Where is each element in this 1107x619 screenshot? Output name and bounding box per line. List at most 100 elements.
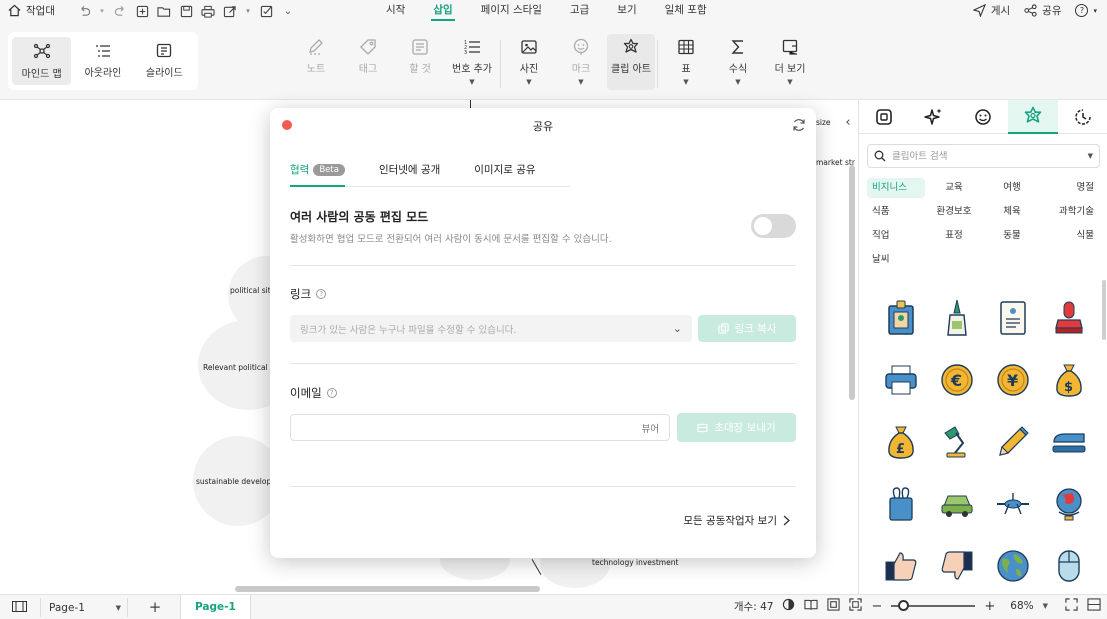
copy-link-button[interactable]: 링크 복사 (698, 315, 796, 342)
add-page-icon[interactable]: + (146, 598, 164, 616)
menu-start[interactable]: 시작 (372, 0, 419, 22)
tool-todo[interactable]: 할 것 (394, 34, 446, 90)
help-button[interactable]: ? ▾ (1075, 4, 1097, 17)
page-select[interactable]: Page-1 ▼ (40, 598, 128, 617)
tool-clipart[interactable]: 클립 아트 (607, 34, 655, 90)
category-job[interactable]: 직업 (867, 226, 925, 246)
panel-tab-ai[interactable] (909, 100, 959, 134)
print-icon[interactable] (200, 3, 216, 19)
category-business[interactable]: 비지니스 (867, 178, 925, 198)
search-dropdown-icon[interactable]: ▼ (1088, 152, 1093, 160)
save-icon[interactable] (178, 3, 194, 19)
workspace-button[interactable]: 작업대 (8, 3, 55, 18)
panel-tab-frame[interactable] (859, 100, 909, 134)
stamp-icon[interactable] (1049, 298, 1089, 338)
tab-publish-web[interactable]: 인터넷에 공개 (379, 162, 440, 186)
collapse-panel-icon[interactable]: ‹ (838, 110, 858, 134)
glue-icon[interactable] (937, 298, 977, 338)
menu-page-style[interactable]: 페이지 스타일 (467, 0, 556, 22)
pencil-icon[interactable] (993, 422, 1033, 462)
export-dropdown-icon[interactable]: ▾ (244, 3, 252, 19)
share-button[interactable]: 공유 (1024, 3, 1061, 18)
link-permission-select[interactable]: 링크가 있는 사람은 누구나 파일을 수정할 수 있습니다. ⌄ (290, 315, 692, 342)
thumbs-up-icon[interactable] (881, 546, 921, 586)
fullscreen-icon[interactable] (1065, 598, 1078, 614)
category-education[interactable]: 교육 (925, 178, 983, 198)
globe-icon[interactable] (1049, 484, 1089, 524)
earth-icon[interactable] (993, 546, 1033, 586)
menu-ai[interactable]: 일체 포함 (651, 0, 721, 22)
zoom-out-icon[interactable]: − (871, 599, 882, 614)
email-input[interactable]: 뷰어 (290, 414, 670, 441)
book-view-icon[interactable] (804, 599, 819, 614)
fit-page-icon[interactable] (827, 598, 841, 614)
id-badge-icon[interactable] (881, 298, 921, 338)
desk-lamp-icon[interactable] (937, 422, 977, 462)
node-label[interactable]: size (816, 118, 831, 127)
tool-numbering[interactable]: 123 번호 추가 ▼ (446, 34, 498, 90)
publish-button[interactable]: 게시 (972, 3, 1010, 18)
new-file-icon[interactable] (134, 3, 150, 19)
edit-check-icon[interactable] (258, 3, 274, 19)
tool-formula[interactable]: 수식 ▼ (712, 34, 764, 90)
refresh-icon[interactable] (792, 118, 806, 132)
view-mindmap-button[interactable]: 마인드 맵 (12, 37, 72, 85)
panel-tab-clipart[interactable] (1008, 100, 1059, 134)
tab-page-1[interactable]: Page-1 (180, 595, 251, 619)
printer-icon[interactable] (881, 360, 921, 400)
panel-tab-recent[interactable] (1058, 100, 1107, 134)
category-food[interactable]: 식품 (867, 202, 925, 222)
tool-more[interactable]: 더 보기 ▼ (764, 34, 816, 90)
zoom-slider[interactable] (891, 600, 976, 611)
zoom-in-icon[interactable]: + (984, 599, 995, 614)
send-invite-button[interactable]: 초대장 보내기 (677, 413, 796, 442)
car-icon[interactable] (937, 484, 977, 524)
clipart-search-input[interactable] (891, 150, 1082, 162)
category-sports[interactable]: 체육 (983, 202, 1041, 222)
binder-clip-icon[interactable] (881, 484, 921, 524)
euro-coin-icon[interactable]: € (937, 360, 977, 400)
category-expression[interactable]: 표정 (925, 226, 983, 246)
category-travel[interactable]: 여행 (983, 178, 1041, 198)
category-weather[interactable]: 날씨 (867, 250, 925, 270)
zoom-slider-knob[interactable] (898, 600, 910, 611)
help-icon[interactable]: ? (316, 289, 327, 299)
category-science[interactable]: 과학기술 (1041, 202, 1099, 222)
tool-image[interactable]: 사진 ▼ (503, 34, 555, 90)
node-label[interactable]: Relevant political po (203, 363, 279, 372)
tool-tag[interactable]: 태그 (342, 34, 394, 90)
zoom-level[interactable]: 68% (1010, 600, 1033, 612)
menu-insert[interactable]: 삽입 (419, 0, 466, 22)
tool-table[interactable]: 표 ▼ (660, 34, 712, 90)
airplane-icon[interactable] (993, 484, 1033, 524)
canvas-horizontal-scrollbar[interactable] (235, 586, 540, 592)
tool-mark[interactable]: 마크 ▼ (555, 34, 607, 90)
zoom-dropdown-icon[interactable]: ▼ (1043, 602, 1048, 610)
stapler-icon[interactable] (1049, 422, 1089, 462)
menu-advanced[interactable]: 고급 (556, 0, 603, 22)
yen-coin-icon[interactable]: ¥ (993, 360, 1033, 400)
node-label[interactable]: political situ (230, 286, 275, 295)
canvas-vertical-scrollbar[interactable] (849, 165, 855, 400)
pound-bag-icon[interactable]: £ (881, 422, 921, 462)
sidebar-toggle-icon[interactable] (1087, 598, 1101, 614)
see-all-collaborators-link[interactable]: 모든 공동작업자 보기 (683, 513, 790, 528)
email-role-select[interactable]: 뷰어 (642, 421, 659, 435)
help-icon[interactable]: ? (326, 388, 337, 398)
more-chevron-icon[interactable]: ⌄ (280, 3, 296, 19)
panel-tab-sticker[interactable] (959, 100, 1009, 134)
tool-note[interactable]: 노트 (290, 34, 342, 90)
theme-icon[interactable] (782, 598, 795, 614)
thumbs-down-icon[interactable] (937, 546, 977, 586)
node-label[interactable]: technology investment (592, 558, 678, 567)
menu-view[interactable]: 보기 (603, 0, 650, 22)
tab-share-image[interactable]: 이미지로 공유 (474, 162, 535, 186)
fit-screen-icon[interactable] (849, 598, 863, 614)
undo-icon[interactable] (76, 3, 92, 19)
view-outline-button[interactable]: 아웃라인 (73, 37, 132, 85)
export-icon[interactable] (222, 3, 238, 19)
redo-icon[interactable] (112, 3, 128, 19)
category-environment[interactable]: 환경보호 (925, 202, 983, 222)
view-slide-button[interactable]: 슬라이드 (135, 37, 194, 85)
undo-dropdown-icon[interactable]: ▾ (98, 3, 106, 19)
